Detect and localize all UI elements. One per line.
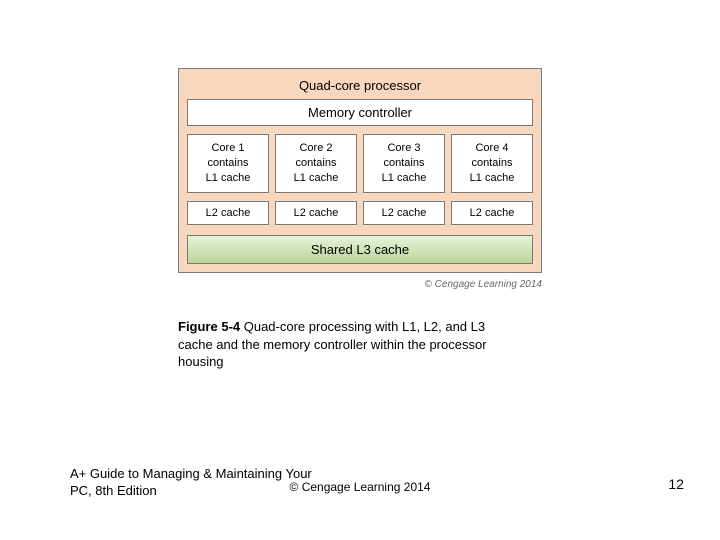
l2-row: L2 cache L2 cache L2 cache L2 cache — [187, 201, 533, 225]
diagram-figure: Quad-core processor Memory controller Co… — [178, 68, 542, 290]
core-contains: contains — [454, 156, 530, 171]
core-name: Core 1 — [190, 141, 266, 156]
figure-label: Figure 5-4 — [178, 319, 240, 334]
core-cache: L1 cache — [366, 171, 442, 186]
core-cache: L1 cache — [278, 171, 354, 186]
l2-cache-3-box: L2 cache — [363, 201, 445, 225]
core-1-box: Core 1 contains L1 cache — [187, 134, 269, 193]
core-3-box: Core 3 contains L1 cache — [363, 134, 445, 193]
l2-cache-1-box: L2 cache — [187, 201, 269, 225]
l2-cache-2-box: L2 cache — [275, 201, 357, 225]
core-cache: L1 cache — [190, 171, 266, 186]
core-contains: contains — [366, 156, 442, 171]
core-contains: contains — [278, 156, 354, 171]
core-name: Core 3 — [366, 141, 442, 156]
core-cache: L1 cache — [454, 171, 530, 186]
footer-page-number: 12 — [668, 476, 684, 492]
l2-cache-4-box: L2 cache — [451, 201, 533, 225]
core-2-box: Core 2 contains L1 cache — [275, 134, 357, 193]
core-name: Core 2 — [278, 141, 354, 156]
core-contains: contains — [190, 156, 266, 171]
core-row: Core 1 contains L1 cache Core 2 contains… — [187, 134, 533, 193]
core-4-box: Core 4 contains L1 cache — [451, 134, 533, 193]
core-name: Core 4 — [454, 141, 530, 156]
memory-controller-box: Memory controller — [187, 99, 533, 126]
figure-caption: Figure 5-4 Quad-core processing with L1,… — [178, 318, 508, 371]
processor-box: Quad-core processor Memory controller Co… — [178, 68, 542, 273]
processor-title: Quad-core processor — [187, 75, 533, 99]
footer-copyright: © Cengage Learning 2014 — [0, 480, 720, 494]
slide: Quad-core processor Memory controller Co… — [0, 0, 720, 540]
diagram-credit: © Cengage Learning 2014 — [178, 279, 542, 290]
l3-cache-box: Shared L3 cache — [187, 235, 533, 264]
